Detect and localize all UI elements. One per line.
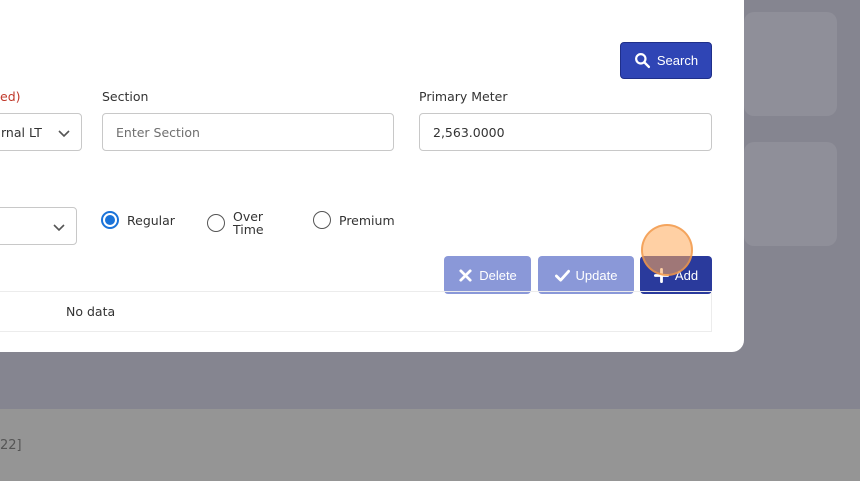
primary-meter-input[interactable]: 2,563.0000 [419, 113, 712, 151]
primary-meter-label: Primary Meter [419, 89, 508, 104]
required-field-label: ed) [0, 89, 21, 104]
update-button-label: Update [575, 267, 618, 283]
radio-label: Regular [127, 212, 175, 228]
delete-button[interactable]: Delete [444, 256, 531, 294]
search-icon [634, 53, 650, 69]
plus-icon [653, 267, 669, 283]
search-button-label: Search [656, 53, 699, 68]
dropdown-select[interactable]: rnal LT [0, 113, 82, 151]
empty-table-message: No data [66, 304, 116, 319]
section-input[interactable]: Enter Section [102, 113, 394, 151]
data-table: No data [0, 291, 712, 332]
primary-meter-value: 2,563.0000 [433, 124, 505, 140]
section-input-placeholder: Enter Section [116, 124, 200, 140]
radio-label: Premium [339, 212, 395, 228]
add-button-label: Add [674, 267, 699, 283]
check-icon [554, 269, 570, 282]
radio-label: Over Time [233, 210, 264, 236]
dropdown-select-2[interactable] [0, 207, 77, 245]
add-button[interactable]: Add [640, 256, 712, 294]
section-label: Section [102, 89, 149, 104]
dropdown-value: rnal LT [1, 124, 42, 140]
page-footer [0, 409, 860, 481]
chevron-down-icon [58, 130, 70, 138]
radio-over-time[interactable]: Over Time [207, 210, 264, 236]
radio-unselected-icon [207, 214, 225, 232]
radio-regular[interactable]: Regular [101, 211, 175, 229]
background-card [744, 12, 837, 116]
delete-button-label: Delete [479, 267, 517, 283]
update-button[interactable]: Update [538, 256, 634, 294]
radio-label-line2: Time [233, 222, 264, 237]
search-button[interactable]: Search [620, 42, 712, 79]
modal-dialog: Search ed) rnal LT Section Enter Section… [0, 0, 744, 352]
radio-premium[interactable]: Premium [313, 211, 395, 229]
radio-unselected-icon [313, 211, 331, 229]
background-card [744, 142, 837, 246]
close-icon [459, 268, 472, 282]
footer-text: 22] [0, 438, 22, 453]
chevron-down-icon [53, 224, 65, 232]
radio-selected-icon [101, 211, 119, 229]
